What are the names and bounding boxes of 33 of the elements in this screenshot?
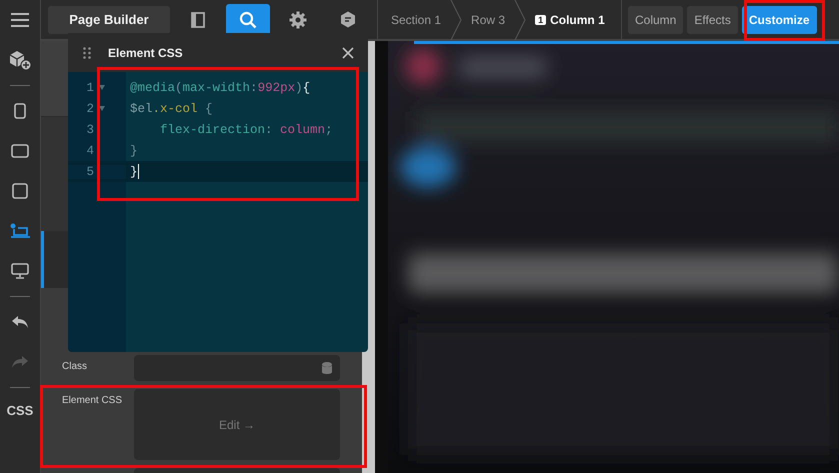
close-icon[interactable]: [342, 46, 354, 58]
search-icon[interactable]: [226, 4, 270, 36]
line-number: 1: [86, 80, 94, 94]
code-line: $el.x-col {: [130, 102, 213, 116]
field-label: Element CSS: [62, 394, 120, 406]
dialog-title: Element CSS: [108, 46, 184, 60]
line-number: 4: [86, 144, 94, 158]
class-field[interactable]: [134, 355, 340, 381]
text-cursor: [138, 164, 139, 179]
inspector-tab[interactable]: Effects: [687, 6, 738, 34]
breadcrumb-separator: [450, 0, 462, 40]
css-label[interactable]: CSS: [6, 403, 34, 418]
inspector-tab[interactable]: Customize: [742, 6, 817, 34]
code-line: }: [130, 144, 138, 158]
page-builder-button[interactable]: Page Builder: [48, 6, 170, 34]
breadcrumb-item[interactable]: 1 Column 1: [526, 0, 614, 39]
code-line: flex-direction: column;: [159, 122, 333, 136]
database-icon: [322, 362, 332, 374]
line-number: 3: [86, 122, 94, 136]
code-editor[interactable]: 1 @media(max-width:992px){ 2 $el.x-col { 3 flex-direction: column; 4 } 5 }: [68, 72, 368, 352]
fold-icon[interactable]: [99, 85, 105, 90]
field-label: Class: [62, 360, 88, 372]
line-number: 5: [86, 164, 94, 178]
breadcrumb-item[interactable]: Row 3: [462, 0, 514, 39]
inspector-tab[interactable]: Column: [628, 6, 684, 34]
edit-css-button[interactable]: Edit →: [134, 389, 340, 460]
fold-icon[interactable]: [99, 106, 105, 111]
drag-handle-icon[interactable]: [83, 46, 91, 58]
breadcrumb-item[interactable]: Section 1: [382, 0, 450, 39]
code-line: }: [130, 164, 138, 178]
line-number: 2: [86, 102, 94, 116]
code-line: @media(max-width:992px){: [130, 80, 310, 94]
breadcrumb-separator: [514, 0, 526, 40]
